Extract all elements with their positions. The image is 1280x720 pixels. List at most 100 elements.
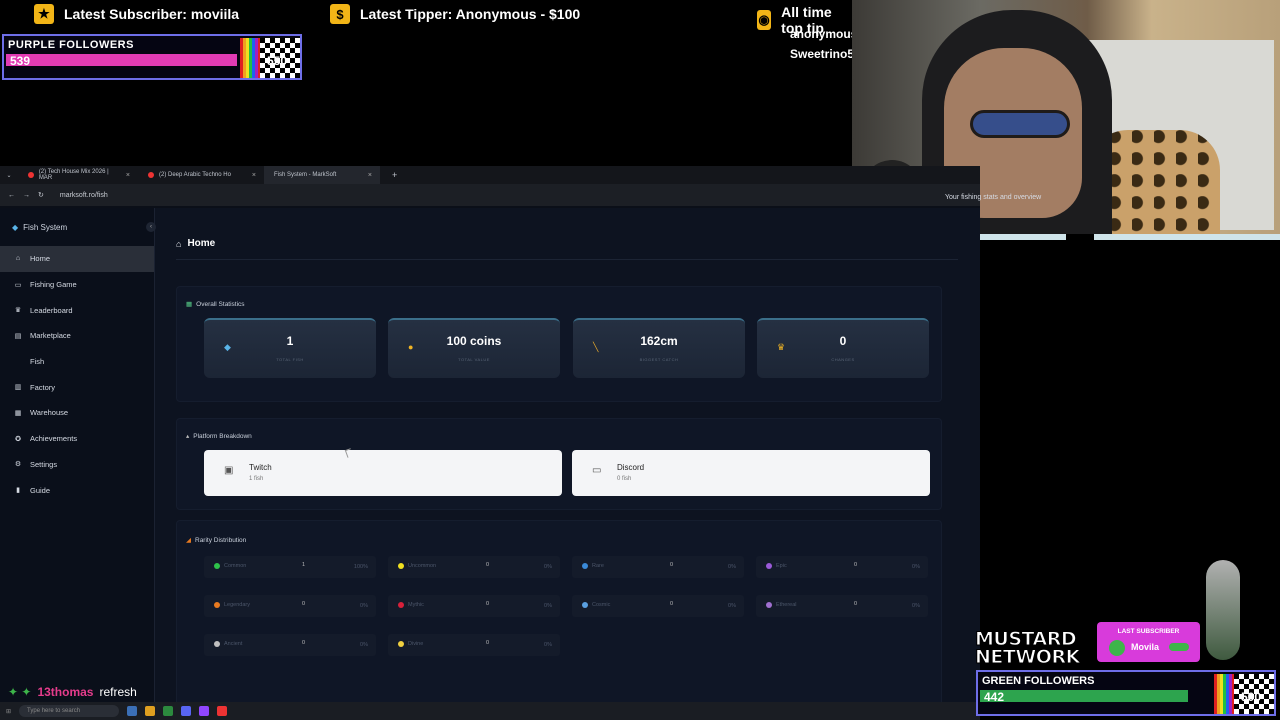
tv-icon: ▣: [224, 465, 234, 476]
chrome-icon[interactable]: [163, 706, 174, 716]
obs-icon[interactable]: [217, 706, 228, 716]
gear-icon: ⚙: [14, 461, 22, 469]
sub-badge: [1169, 643, 1189, 651]
forward-icon[interactable]: →: [23, 192, 30, 199]
tab-fish-system[interactable]: Fish System - MarkSoft ×: [264, 166, 380, 184]
latest-subscriber-alert: ★ Latest Subscriber: moviila: [34, 4, 239, 24]
rarity-name: Common: [224, 563, 247, 569]
sidebar-item-leaderboard[interactable]: ♛ Leaderboard: [0, 297, 154, 323]
sidebar-item-warehouse[interactable]: ▦ Warehouse: [0, 400, 154, 426]
rarity-name: Ancient: [224, 641, 243, 647]
rarity-name: Uncommon: [408, 563, 437, 569]
sidebar-item-settings[interactable]: ⚙ Settings: [0, 452, 154, 478]
collapse-sidebar-button[interactable]: ‹: [146, 222, 156, 232]
stat-value: 162cm: [640, 334, 678, 348]
browser-window: ⌄ (2) Tech House Mix 2026 | MAR × (2) De…: [0, 166, 1041, 720]
rarity-name: Rare: [592, 563, 604, 569]
sidebar-item-label: Marketplace: [30, 331, 71, 341]
tab-arabic-techno[interactable]: (2) Deep Arabic Techno Ho ×: [138, 166, 264, 184]
rarity-item-epic: Epic 0 0%: [756, 556, 928, 578]
folder-icon[interactable]: [145, 706, 156, 716]
close-icon[interactable]: ×: [126, 172, 130, 179]
tab-label: (2) Tech House Mix 2026 | MAR: [38, 169, 109, 181]
rarity-dot: [214, 641, 220, 647]
twitch-icon[interactable]: [199, 706, 210, 716]
goal-target: 550: [267, 54, 288, 68]
rarity-count: 0: [670, 562, 674, 568]
trophy-icon: ♛: [14, 307, 22, 315]
rarity-name: Divine: [408, 641, 424, 647]
explorer-icon[interactable]: [127, 706, 138, 716]
rarity-count: 1: [302, 562, 306, 568]
platform-count: 0 fish: [617, 476, 632, 482]
rarity-percent: 0%: [544, 642, 552, 648]
reload-icon[interactable]: ↻: [38, 191, 44, 199]
medal-icon: ✪: [15, 435, 21, 443]
gem-icon: ◢: [186, 537, 191, 544]
goal-title: GREEN FOLLOWERS: [982, 675, 1095, 687]
main-content: ⌂ Home ▦ Overall Statistics ◆ 1 TOTAL FISH…: [156, 208, 980, 720]
goal-current: 442: [984, 690, 1005, 704]
chat-badges-icon: ✦ ✦: [8, 685, 32, 699]
tab-menu-icon[interactable]: ⌄: [0, 172, 18, 179]
url-field[interactable]: marksoft.ro/fish: [52, 192, 108, 199]
rarity-item-uncommon: Uncommon 0 0%: [388, 556, 560, 578]
sidebar-item-guide[interactable]: ▮ Guide: [0, 477, 154, 503]
chat-username: 13thomas: [37, 685, 94, 699]
latest-tipper-alert: $ Latest Tipper: Anonymous - $100: [330, 4, 580, 24]
platform-card-discord[interactable]: ▭ Discord 0 fish: [572, 450, 930, 496]
platform-count: 1 fish: [249, 476, 264, 482]
rarity-percent: 0%: [912, 603, 920, 609]
rarity-distribution-title: ◢ Rarity Distribution: [186, 536, 246, 545]
brand-label: Fish System: [23, 222, 68, 232]
windows-start-icon[interactable]: ⊞: [6, 708, 11, 715]
sidebar-item-label: Warehouse: [30, 408, 69, 418]
rarity-dot: [766, 602, 772, 608]
sidebar-item-label: Leaderboard: [30, 305, 73, 315]
taskbar-search[interactable]: Type here to search: [19, 705, 120, 717]
sidebar-item-marketplace[interactable]: ▤ Marketplace: [0, 323, 154, 349]
sidebar-brand[interactable]: ◆ Fish System: [0, 208, 154, 246]
latest-subscriber-text: Latest Subscriber: moviila: [64, 6, 240, 22]
goal-progress-bar: [980, 690, 1188, 702]
discord-icon[interactable]: [181, 706, 192, 716]
close-icon[interactable]: ×: [368, 172, 372, 179]
rarity-name: Cosmic: [592, 602, 611, 608]
latest-tipper-text: Latest Tipper: Anonymous - $100: [360, 6, 581, 22]
rarity-item-ethereal: Ethereal 0 0%: [756, 595, 928, 617]
rarity-name: Epic: [776, 563, 787, 569]
stat-card: ╲ 162cm BIGGEST CATCH: [573, 318, 745, 378]
rarity-name: Ethereal: [776, 602, 797, 608]
rarity-count: 0: [486, 640, 490, 646]
sidebar-item-label: Home: [30, 254, 51, 264]
new-tab-button[interactable]: +: [380, 170, 397, 180]
stat-label: CHANGES: [831, 357, 855, 362]
sidebar-item-label: Guide: [30, 485, 51, 495]
section-title-text: Overall Statistics: [196, 300, 245, 308]
green-followers-goal: GREEN FOLLOWERS 442 500: [976, 670, 1276, 716]
avatar: [1109, 640, 1125, 656]
home-icon: ⌂: [176, 238, 182, 249]
tab-tech-house[interactable]: (2) Tech House Mix 2026 | MAR ×: [18, 166, 138, 184]
back-icon[interactable]: ←: [8, 192, 15, 199]
sidebar-item-home[interactable]: ⌂ Home: [0, 246, 154, 272]
last-subscriber-name: Movila: [1131, 642, 1160, 652]
stat-value: 100 coins: [446, 334, 502, 348]
sidebar-item-achievements[interactable]: ✪ Achievements: [0, 426, 154, 452]
rarity-item-common: Common 1 100%: [204, 556, 376, 578]
chart-icon: ▴: [186, 433, 190, 440]
sidebar-item-factory[interactable]: ▥ Factory: [0, 374, 154, 400]
sidebar-item-fish[interactable]: Fish: [0, 349, 154, 375]
rarity-item-rare: Rare 0 0%: [572, 556, 744, 578]
tab-label: Fish System - MarkSoft: [274, 172, 337, 178]
rarity-item-ancient: Ancient 0 0%: [204, 634, 376, 656]
close-icon[interactable]: ×: [252, 172, 256, 179]
address-bar: ← → ↻ marksoft.ro/fish: [0, 184, 980, 206]
stat-label: TOTAL VALUE: [458, 357, 490, 362]
sidebar-item-fishing-game[interactable]: ▭ Fishing Game: [0, 272, 154, 298]
platform-card-twitch[interactable]: ▣ Twitch 1 fish: [204, 450, 562, 496]
rarity-dot: [214, 563, 220, 569]
rarity-dot: [214, 602, 220, 608]
stream-chat-line: ✦ ✦ 13thomas refresh: [0, 682, 300, 702]
stat-label: BIGGEST CATCH: [639, 357, 679, 362]
